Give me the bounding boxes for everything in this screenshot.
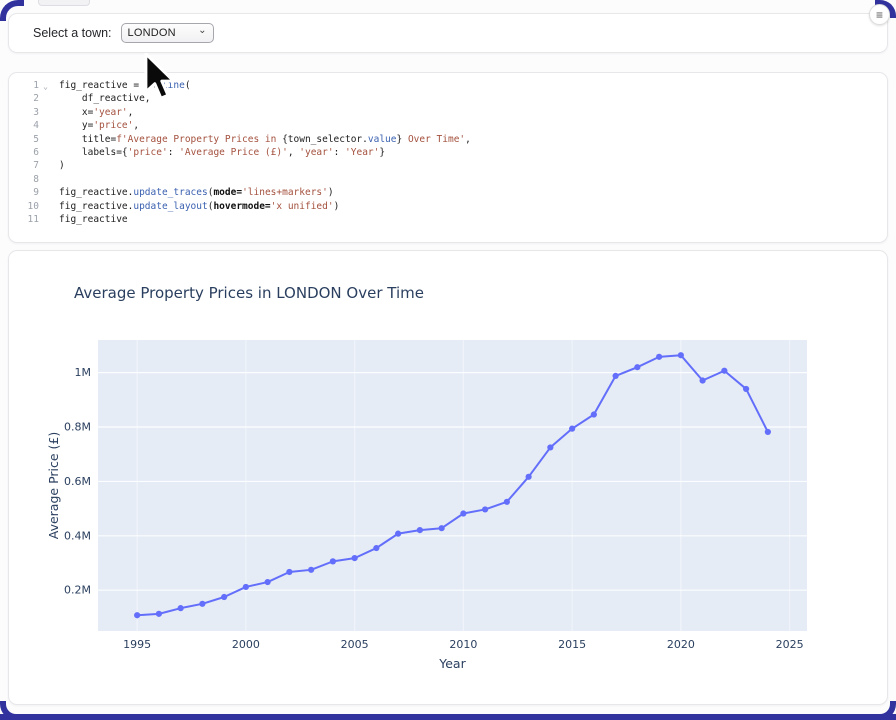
data-point[interactable] bbox=[243, 584, 249, 590]
y-axis-title: Average Price (£) bbox=[46, 432, 61, 539]
output-cell: 1995 2000 2005 2010 2015 2020 2025 0.2M 0.4M 0.6M… bbox=[8, 250, 888, 705]
line-number: 3 bbox=[9, 106, 49, 119]
window-frame-bottom bbox=[0, 714, 896, 720]
x-tick-label: 2000 bbox=[232, 638, 260, 651]
code-line: ) bbox=[59, 159, 471, 172]
data-point[interactable] bbox=[178, 605, 184, 611]
town-select[interactable]: LONDON ⌄ bbox=[121, 23, 214, 43]
data-point[interactable] bbox=[591, 411, 597, 417]
town-select-label: Select a town: bbox=[33, 26, 112, 40]
data-point[interactable] bbox=[700, 377, 706, 383]
data-point[interactable] bbox=[373, 545, 379, 551]
line-number: 4 bbox=[9, 119, 49, 132]
x-tick-label: 2025 bbox=[776, 638, 804, 651]
line-number: 10 bbox=[9, 200, 49, 213]
line-number: 11 bbox=[9, 213, 49, 226]
code-lines: fig_reactive = px.line( df_reactive, x='… bbox=[59, 79, 471, 226]
data-point[interactable] bbox=[308, 567, 314, 573]
code-line: x='year', bbox=[59, 106, 471, 119]
data-point[interactable] bbox=[395, 531, 401, 537]
data-point[interactable] bbox=[656, 354, 662, 360]
data-point[interactable] bbox=[765, 429, 771, 435]
line-number: 5 bbox=[9, 133, 49, 146]
price-chart: 1995 2000 2005 2010 2015 2020 2025 0.2M 0.4M 0.6M… bbox=[9, 251, 889, 706]
x-tick-label: 2010 bbox=[449, 638, 477, 651]
x-tick-label: 2015 bbox=[558, 638, 586, 651]
data-point[interactable] bbox=[504, 499, 510, 505]
line-number: 6 bbox=[9, 146, 49, 159]
data-point[interactable] bbox=[547, 444, 553, 450]
code-gutter: 1⌄234567891011 bbox=[9, 79, 49, 226]
code-line: fig_reactive.update_layout(hovermode='x … bbox=[59, 200, 471, 213]
code-line: labels={'price': 'Average Price (£)', 'y… bbox=[59, 146, 471, 159]
x-tick-label: 2005 bbox=[341, 638, 369, 651]
select-cell: Select a town: LONDON ⌄ bbox=[8, 13, 888, 53]
data-point[interactable] bbox=[526, 474, 532, 480]
data-point[interactable] bbox=[569, 426, 575, 432]
data-point[interactable] bbox=[352, 555, 358, 561]
y-tick-label: 0.2M bbox=[64, 584, 91, 597]
x-axis-title: Year bbox=[438, 656, 466, 671]
town-select-value: LONDON bbox=[128, 27, 199, 39]
y-tick-label: 0.6M bbox=[64, 475, 91, 488]
code-line bbox=[59, 173, 471, 186]
code-line: y='price', bbox=[59, 119, 471, 132]
hamburger-icon: ≡ bbox=[876, 9, 883, 21]
code-line: title=f'Average Property Prices in {town… bbox=[59, 133, 471, 146]
line-number: 9 bbox=[9, 186, 49, 199]
y-tick-label: 0.8M bbox=[64, 421, 91, 434]
data-point[interactable] bbox=[721, 368, 727, 374]
code-line: fig_reactive bbox=[59, 213, 471, 226]
data-point[interactable] bbox=[156, 611, 162, 617]
code-line: df_reactive, bbox=[59, 92, 471, 105]
x-tick-label: 1995 bbox=[123, 638, 151, 651]
code-cell: 1⌄234567891011 fig_reactive = px.line( d… bbox=[8, 72, 888, 243]
data-point[interactable] bbox=[134, 612, 140, 618]
data-point[interactable] bbox=[286, 569, 292, 575]
data-point[interactable] bbox=[439, 525, 445, 531]
data-point[interactable] bbox=[221, 594, 227, 600]
line-number: 8 bbox=[9, 173, 49, 186]
data-point[interactable] bbox=[199, 601, 205, 607]
chevron-down-icon: ⌄ bbox=[198, 26, 206, 36]
data-point[interactable] bbox=[330, 558, 336, 564]
data-point[interactable] bbox=[460, 510, 466, 516]
data-point[interactable] bbox=[265, 579, 271, 585]
code-line: fig_reactive.update_traces(mode='lines+m… bbox=[59, 186, 471, 199]
chart-title: Average Property Prices in LONDON Over T… bbox=[74, 284, 424, 302]
code-line: fig_reactive = px.line( bbox=[59, 79, 471, 92]
y-tick-label: 0.4M bbox=[64, 529, 91, 542]
data-point[interactable] bbox=[678, 352, 684, 358]
line-number: 1⌄ bbox=[9, 79, 49, 92]
line-number: 2 bbox=[9, 92, 49, 105]
data-point[interactable] bbox=[613, 373, 619, 379]
fold-chevron-icon[interactable]: ⌄ bbox=[43, 80, 48, 93]
x-tick-label: 2020 bbox=[667, 638, 695, 651]
scrolled-cell-fragment bbox=[38, 0, 90, 6]
line-number: 7 bbox=[9, 159, 49, 172]
data-point[interactable] bbox=[743, 386, 749, 392]
code-editor[interactable]: 1⌄234567891011 fig_reactive = px.line( d… bbox=[9, 73, 887, 226]
plot-area[interactable] bbox=[98, 340, 807, 631]
menu-button[interactable]: ≡ bbox=[869, 4, 890, 25]
y-tick-label: 1M bbox=[75, 366, 92, 379]
data-point[interactable] bbox=[417, 527, 423, 533]
data-point[interactable] bbox=[634, 364, 640, 370]
data-point[interactable] bbox=[482, 506, 488, 512]
